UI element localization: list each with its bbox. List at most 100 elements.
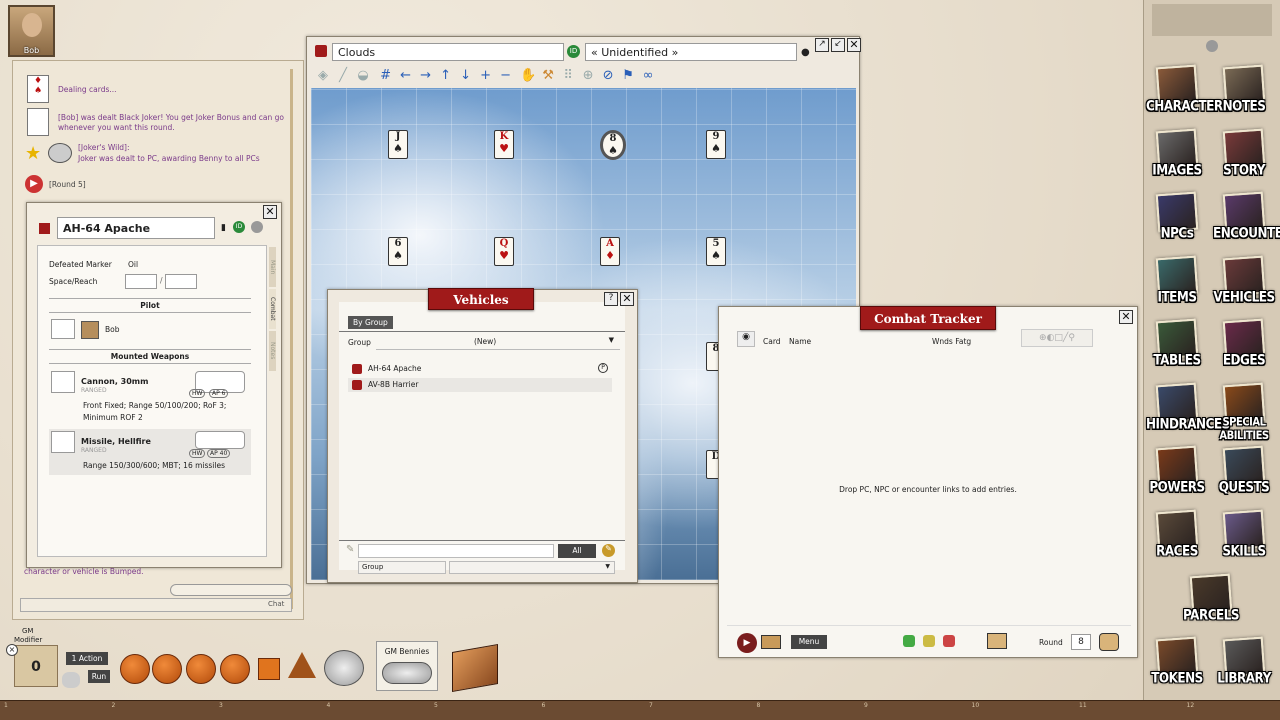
sidebar-item-story[interactable]: STORY: [1213, 128, 1275, 190]
d20-icon[interactable]: [288, 652, 316, 678]
sidebar-item-tokens[interactable]: TOKENS: [1146, 636, 1208, 698]
map-card[interactable]: Q ♥: [494, 237, 514, 266]
sidebar-item-encounters[interactable]: ENCOUNTERS: [1213, 191, 1280, 253]
sheet-id-icon[interactable]: ID: [233, 221, 245, 233]
by-group-tab[interactable]: By Group: [348, 316, 393, 329]
sidebar-item-items[interactable]: ITEMS: [1146, 255, 1208, 317]
sidebar-item-notes[interactable]: NOTES: [1213, 64, 1275, 126]
shrink-icon[interactable]: ↙: [831, 38, 845, 52]
sidebar-item-edges[interactable]: EDGES: [1213, 318, 1275, 380]
defeated-value[interactable]: Oil: [128, 260, 138, 269]
draw-icon[interactable]: ╱: [334, 67, 352, 85]
action-button[interactable]: 1 Action: [66, 652, 108, 665]
benny-pool-icon[interactable]: [324, 650, 364, 686]
map-card[interactable]: 6 ♠: [388, 237, 408, 266]
vehicles-close-button[interactable]: ✕: [620, 292, 634, 306]
sheet-close-button[interactable]: ✕: [263, 205, 277, 219]
foe-icon[interactable]: [943, 635, 955, 647]
card-shoe-icon[interactable]: [452, 643, 498, 693]
minus-icon[interactable]: −: [497, 67, 515, 85]
chat-send-button[interactable]: Chat: [268, 600, 284, 608]
map-card[interactable]: K ♥: [494, 130, 514, 159]
sidebar-tool-buttons[interactable]: [1152, 4, 1272, 36]
map-id-label[interactable]: « Unidentified »: [585, 43, 797, 61]
friend-icon[interactable]: [903, 635, 915, 647]
target-icon[interactable]: ⊕: [579, 67, 597, 85]
sidebar-item-tables[interactable]: TABLES: [1146, 318, 1208, 380]
sheet-lock-icon[interactable]: ▮: [221, 223, 226, 233]
map-card[interactable]: J ♠: [388, 130, 408, 159]
arrow-left-icon[interactable]: ←: [397, 67, 415, 85]
all-button[interactable]: All: [558, 544, 596, 558]
reach-field[interactable]: [165, 274, 197, 289]
sidebar-item-images[interactable]: IMAGES: [1146, 128, 1208, 190]
vehicle-list-item[interactable]: AV-8B Harrier: [348, 378, 612, 392]
sidebar-item-special-abilities[interactable]: SPECIAL ABILITIES: [1213, 382, 1275, 444]
erase-icon[interactable]: ◒: [354, 67, 372, 85]
link-icon[interactable]: ∞: [639, 67, 657, 85]
weapon-die-icon[interactable]: [51, 371, 75, 393]
sidebar-item-skills[interactable]: SKILLS: [1213, 509, 1275, 571]
plus-icon[interactable]: +: [477, 67, 495, 85]
run-button[interactable]: Run: [88, 670, 110, 683]
mask-icon[interactable]: ◈: [314, 67, 332, 85]
d8-icon[interactable]: [186, 654, 216, 684]
tab-main[interactable]: Main: [269, 247, 276, 287]
expand-icon[interactable]: ↗: [815, 38, 829, 52]
id-icon[interactable]: ID: [567, 45, 580, 58]
weapon-damage-dice[interactable]: [195, 431, 245, 449]
weapon-die-icon[interactable]: [51, 431, 75, 453]
sidebar-item-quests[interactable]: QUESTS: [1213, 445, 1275, 507]
sidebar-item-library[interactable]: LIBRARY: [1213, 636, 1275, 698]
cards-icon[interactable]: [987, 633, 1007, 649]
sheet-name[interactable]: AH-64 Apache: [57, 217, 215, 239]
tab-notes[interactable]: Notes: [269, 331, 276, 371]
sidebar-item-characters[interactable]: CHARACTERS: [1146, 64, 1231, 126]
sidebar-item-powers[interactable]: POWERS: [1146, 445, 1208, 507]
portrait-bob[interactable]: Bob: [8, 5, 55, 57]
chat-mode-select[interactable]: [170, 584, 292, 596]
sidebar-item-npcs[interactable]: NPCs: [1146, 191, 1208, 253]
next-turn-icon[interactable]: ▶: [737, 633, 757, 653]
group-select[interactable]: (New) ▼: [376, 334, 620, 350]
filter-select[interactable]: ▼: [449, 561, 615, 574]
sidebar-item-vehicles[interactable]: VEHICLES: [1213, 255, 1275, 317]
chat-input[interactable]: [20, 598, 292, 612]
vehicles-help-icon[interactable]: ?: [604, 292, 618, 306]
measure-icon[interactable]: ⚒: [539, 67, 557, 85]
weapon-row-hellfire[interactable]: Missile, Hellfire RANGED HW AP 40 Range …: [49, 429, 251, 475]
pointer-icon[interactable]: ✋: [519, 67, 537, 85]
lock-icon[interactable]: ●: [801, 47, 810, 58]
tiles-icon[interactable]: ⠿: [559, 67, 577, 85]
pilot-avatar[interactable]: [81, 321, 99, 339]
tab-combat[interactable]: Combat: [269, 289, 276, 329]
arrow-up-icon[interactable]: ↑: [437, 67, 455, 85]
sidebar-item-parcels[interactable]: PARCELS: [1180, 573, 1242, 635]
weapon-row-cannon[interactable]: Cannon, 30mm RANGED HW AP 6 Front Fixed;…: [49, 369, 251, 425]
pilot-name[interactable]: Bob: [105, 325, 120, 334]
arrow-down-icon[interactable]: ↓: [457, 67, 475, 85]
visibility-eye-icon[interactable]: ◉: [737, 331, 755, 347]
map-card[interactable]: 5 ♠: [706, 237, 726, 266]
sheet-status-icon[interactable]: [251, 221, 263, 233]
round-value[interactable]: 8: [1071, 634, 1091, 650]
d6-icon[interactable]: [152, 654, 182, 684]
next-round-icon[interactable]: [1099, 633, 1119, 651]
arrow-right-icon[interactable]: →: [417, 67, 435, 85]
search-input[interactable]: [358, 544, 554, 558]
d10-icon[interactable]: [220, 654, 250, 684]
map-card[interactable]: A ♦: [600, 237, 620, 266]
space-field[interactable]: [125, 274, 157, 289]
settings-icon[interactable]: [1206, 40, 1218, 52]
map-close-button[interactable]: ✕: [847, 38, 861, 52]
tracker-menu-button[interactable]: Menu: [791, 635, 827, 649]
clear-modifier-icon[interactable]: ×: [6, 644, 18, 656]
grid-icon[interactable]: #: [377, 67, 395, 85]
map-card[interactable]: 9 ♠: [706, 130, 726, 159]
filter-group-field[interactable]: Group: [358, 561, 446, 574]
modifier-box[interactable]: 0: [14, 645, 58, 687]
tracker-tools[interactable]: ⊕◐□╱⚲: [1021, 329, 1093, 347]
flag-icon[interactable]: ⚑: [619, 67, 637, 85]
d4-icon[interactable]: [120, 654, 150, 684]
d12-icon[interactable]: [258, 658, 280, 680]
